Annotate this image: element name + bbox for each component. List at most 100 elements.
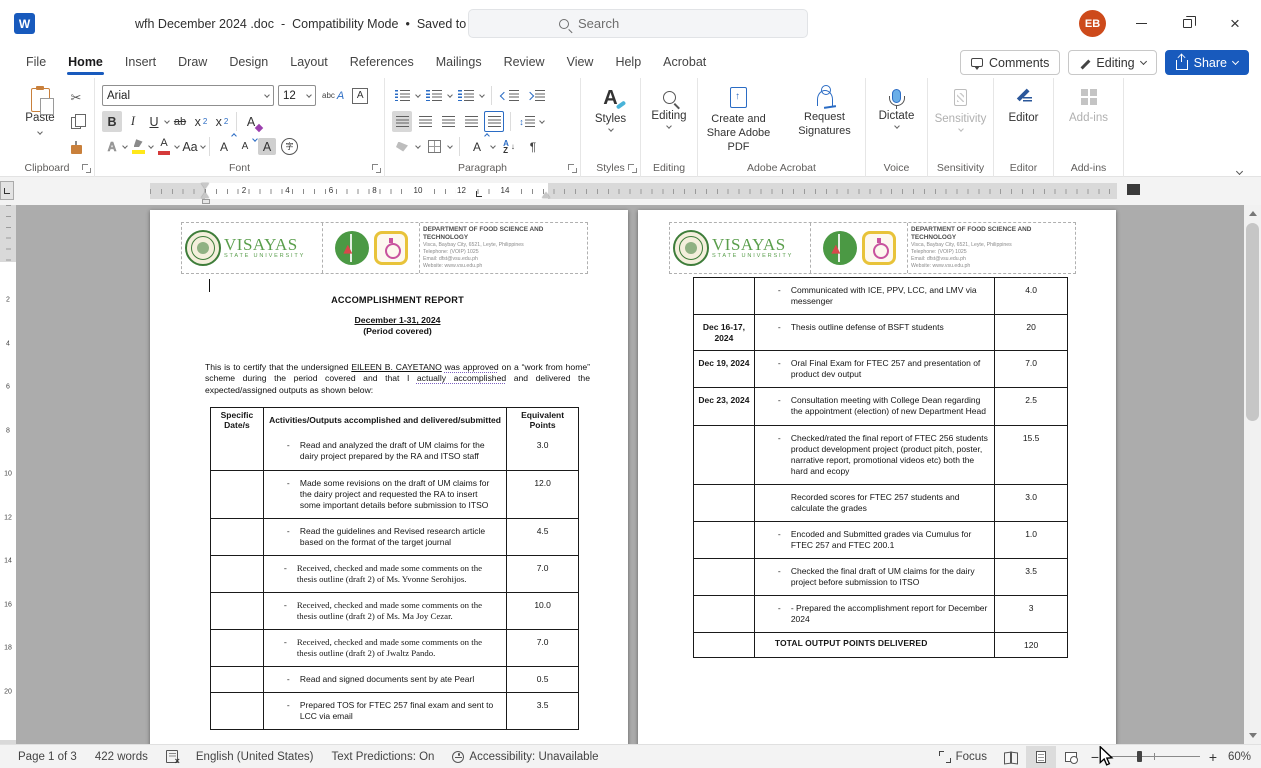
table-row[interactable]: -Read and signed documents sent by ate P…	[211, 666, 578, 692]
editing-group-button[interactable]: Editing	[641, 78, 697, 162]
cell-activity[interactable]: -Read and analyzed the draft of UM claim…	[263, 433, 506, 469]
web-layout-button[interactable]	[1056, 746, 1086, 768]
cell-date[interactable]	[211, 556, 263, 592]
table-row[interactable]: -Read the guidelines and Revised researc…	[211, 518, 578, 555]
tab-mailings[interactable]: Mailings	[426, 50, 492, 76]
format-painter-button[interactable]	[66, 138, 86, 157]
read-mode-button[interactable]	[996, 746, 1026, 768]
cell-activity[interactable]: -Prepared TOS for FTEC 257 final exam an…	[263, 693, 506, 729]
cell-activity[interactable]: -- Prepared the accomplishment report fo…	[754, 596, 994, 632]
distributed-button[interactable]	[484, 111, 504, 132]
font-dialog-launcher[interactable]	[372, 164, 381, 173]
tab-insert[interactable]: Insert	[115, 50, 166, 76]
cell-activity[interactable]: -Checked the final draft of UM claims fo…	[754, 559, 994, 595]
cell-date[interactable]	[211, 667, 263, 692]
enclose-characters-button[interactable]: 字	[279, 136, 300, 157]
borders-button[interactable]	[424, 136, 444, 157]
cell-activity[interactable]: -Read the guidelines and Revised researc…	[263, 519, 506, 555]
cell-activity[interactable]: -Consultation meeting with College Dean …	[754, 388, 994, 424]
tab-selector[interactable]	[0, 181, 14, 200]
accessibility-status[interactable]: Accessibility: Unavailable	[443, 745, 607, 768]
table-row[interactable]: Recorded scores for FTEC 257 students an…	[694, 484, 1067, 521]
cell-activity[interactable]: Recorded scores for FTEC 257 students an…	[754, 485, 994, 521]
borders-chevron-icon[interactable]	[447, 143, 453, 149]
table-row[interactable]: -Received, checked and made some comment…	[211, 592, 578, 629]
cell-points[interactable]: 3.5	[506, 693, 578, 729]
tab-references[interactable]: References	[340, 50, 424, 76]
table-row[interactable]: TOTAL OUTPUT POINTS DELIVERED 120	[694, 632, 1067, 657]
cell-activity[interactable]: -Communicated with ICE, PPV, LCC, and LM…	[754, 278, 994, 314]
clipboard-dialog-launcher[interactable]	[82, 164, 91, 173]
font-size-combo[interactable]: 12	[278, 85, 316, 106]
cell-points[interactable]: 15.5	[994, 426, 1067, 484]
grow-font-button[interactable]: A	[214, 136, 234, 157]
cell-points[interactable]: 4.5	[506, 519, 578, 555]
account-avatar[interactable]: EB	[1079, 10, 1106, 37]
decrease-indent-button[interactable]	[499, 85, 521, 106]
cell-date[interactable]	[211, 471, 263, 518]
bullets-button[interactable]	[392, 85, 412, 106]
sensitivity-button[interactable]: Sensitivity	[928, 78, 993, 162]
cell-points[interactable]: 1.0	[994, 522, 1067, 558]
numbering-chevron-icon[interactable]	[447, 92, 453, 98]
shading-button[interactable]	[392, 136, 412, 157]
focus-button[interactable]: Focus	[930, 745, 996, 768]
text-effects-chevron-icon[interactable]	[122, 143, 128, 149]
vertical-scrollbar[interactable]	[1244, 205, 1261, 744]
phonetic-guide-button[interactable]: abcA	[320, 85, 346, 106]
line-spacing-button[interactable]: ↕	[517, 111, 537, 132]
cell-date[interactable]	[694, 485, 754, 521]
header-activities[interactable]: Activities/Outputs accomplished and deli…	[263, 408, 506, 433]
copy-button[interactable]	[66, 113, 86, 132]
cut-button[interactable]	[66, 88, 86, 107]
print-layout-button[interactable]	[1026, 746, 1056, 768]
increase-indent-button[interactable]	[525, 85, 547, 106]
sort-button[interactable]: AZ↓	[499, 136, 519, 157]
restore-button[interactable]	[1164, 0, 1210, 47]
zoom-in-button[interactable]: +	[1204, 749, 1222, 765]
table-row[interactable]: -Read and analyzed the draft of UM claim…	[211, 433, 578, 469]
table-row[interactable]: Dec 19, 2024 -Oral Final Exam for FTEC 2…	[694, 350, 1067, 387]
clear-formatting-button[interactable]: A	[241, 111, 261, 132]
align-left-button[interactable]	[392, 111, 412, 132]
tab-acrobat[interactable]: Acrobat	[653, 50, 716, 76]
report-period-label[interactable]: (Period covered)	[205, 326, 590, 336]
text-effects-button[interactable]: A	[102, 136, 122, 157]
cell-points[interactable]: 3	[994, 596, 1067, 632]
collapse-ribbon-button[interactable]	[1237, 161, 1247, 169]
asian-layout-chevron-icon[interactable]	[490, 143, 496, 149]
minimize-button[interactable]	[1118, 0, 1164, 47]
cell-date[interactable]	[211, 630, 263, 666]
scrollbar-thumb[interactable]	[1246, 223, 1259, 421]
shrink-font-button[interactable]: A	[235, 136, 255, 157]
first-line-indent-marker[interactable]	[201, 183, 209, 189]
cell-activity[interactable]: -Received, checked and made some comment…	[263, 630, 506, 666]
cell-activity[interactable]: -Made some revisions on the draft of UM …	[263, 471, 506, 518]
proofing-status[interactable]	[157, 745, 187, 768]
align-right-button[interactable]	[438, 111, 458, 132]
cell-points[interactable]: 20	[994, 315, 1067, 350]
shading-chevron-icon[interactable]	[415, 143, 421, 149]
text-predictions[interactable]: Text Predictions: On	[323, 745, 444, 768]
table-row[interactable]: -Checked/rated the final report of FTEC …	[694, 425, 1067, 484]
scroll-up-button[interactable]	[1244, 205, 1261, 222]
tab-layout[interactable]: Layout	[280, 50, 338, 76]
tab-view[interactable]: View	[557, 50, 604, 76]
hanging-indent-marker[interactable]	[201, 192, 209, 198]
superscript-button[interactable]: x2	[212, 111, 232, 132]
justify-button[interactable]	[461, 111, 481, 132]
comments-button[interactable]: Comments	[960, 50, 1060, 75]
underline-chevron-icon[interactable]	[164, 118, 170, 124]
table-row[interactable]: -Communicated with ICE, PPV, LCC, and LM…	[694, 278, 1067, 314]
tab-draw[interactable]: Draw	[168, 50, 217, 76]
tab-help[interactable]: Help	[605, 50, 651, 76]
share-button[interactable]: Share	[1165, 50, 1249, 75]
strikethrough-button[interactable]: ab	[170, 111, 190, 132]
table-row[interactable]: Dec 23, 2024 -Consultation meeting with …	[694, 387, 1067, 424]
subscript-button[interactable]: x2	[191, 111, 211, 132]
character-shading-button[interactable]: A	[256, 136, 278, 157]
numbering-button[interactable]	[424, 85, 444, 106]
cell-points[interactable]: 3.0	[506, 433, 578, 469]
styles-button[interactable]: A Styles	[581, 78, 640, 162]
addins-button[interactable]: Add-ins	[1054, 78, 1123, 162]
